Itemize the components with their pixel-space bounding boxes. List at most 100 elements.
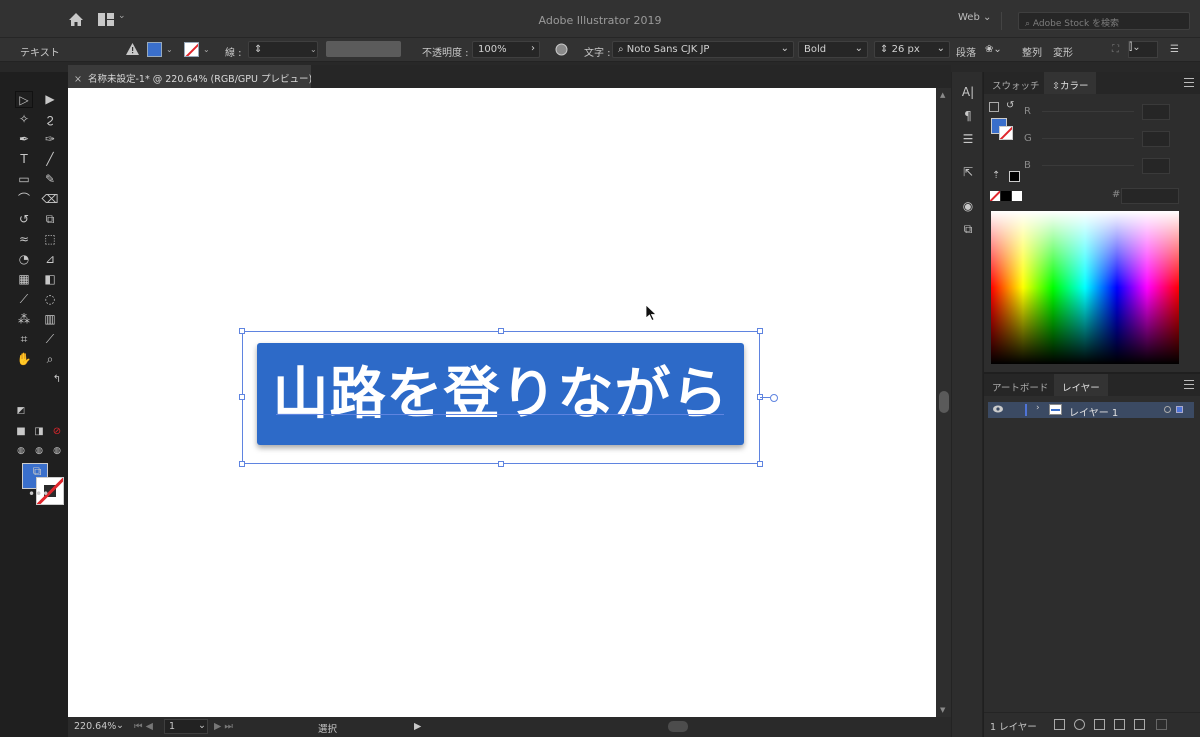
stroke-swatch[interactable] [184, 42, 199, 57]
draw-inside-icon[interactable]: ◍ [48, 443, 66, 460]
hand-tool[interactable]: ✋ [15, 351, 33, 368]
align-label[interactable]: 整列 [1022, 44, 1042, 59]
chevron-right-icon[interactable]: › [1036, 403, 1040, 413]
export-panel-icon[interactable]: ⇱ [960, 164, 976, 180]
line-tool[interactable]: ╱ [41, 151, 59, 168]
transform-label[interactable]: 変形 [1053, 44, 1073, 59]
stroke-weight-field[interactable]: ⇕ [248, 41, 318, 58]
recolor-globe-icon[interactable] [555, 43, 568, 56]
direct-selection-tool[interactable]: ▶ [41, 91, 59, 108]
rectangle-tool[interactable]: ▭ [15, 171, 33, 188]
column-graph-tool[interactable]: ▥ [41, 311, 59, 328]
eraser-tool[interactable]: ⌫ [41, 191, 59, 208]
vertical-scroll-thumb[interactable] [939, 391, 949, 413]
chevron-down-icon[interactable]: ⌄ [310, 45, 317, 54]
gradient-tool[interactable]: ◧ [41, 271, 59, 288]
export-layer-icon[interactable] [1054, 719, 1065, 730]
mesh-tool[interactable]: ▦ [15, 271, 33, 288]
width-tool[interactable]: ≈ [15, 231, 33, 248]
handle-top-center[interactable] [498, 328, 504, 334]
slider-track[interactable] [1042, 165, 1134, 166]
locate-object-icon[interactable] [1074, 719, 1085, 730]
screen-mode-icon[interactable]: ⧉ [28, 463, 46, 480]
rotate-tool[interactable]: ↺ [15, 211, 33, 228]
tab-layers[interactable]: レイヤー [1054, 374, 1108, 396]
blend-tool[interactable]: ◌ [41, 291, 59, 308]
artboard-tool[interactable]: ⌗ [15, 331, 33, 348]
arrange-documents-icon[interactable]: ⫿⌄ [1128, 41, 1158, 58]
opentype-icon[interactable]: ❀⌄ [985, 44, 1002, 55]
more-tools-icon[interactable]: ••• [28, 486, 49, 503]
stroke-color-swatch[interactable] [999, 126, 1013, 140]
slider-b[interactable]: B [1024, 158, 1194, 174]
chevron-down-icon[interactable]: ⌄ [166, 45, 173, 54]
slice-tool[interactable]: ⟋ [41, 331, 59, 348]
opacity-field[interactable]: 100% › [472, 41, 540, 58]
opentype-panel-icon[interactable]: ☰ [960, 131, 976, 147]
panel-menu-icon[interactable]: ☰ [1170, 44, 1179, 55]
draw-behind-icon[interactable]: ◍ [30, 443, 48, 460]
paintbrush-tool[interactable]: ✎ [41, 171, 59, 188]
selection-indicator[interactable] [1176, 406, 1183, 413]
selection-bounding-box[interactable] [242, 331, 760, 464]
curvature-tool[interactable]: ✑ [41, 131, 59, 148]
slider-track[interactable] [1042, 138, 1134, 139]
handle-bottom-right[interactable] [757, 461, 763, 467]
horizontal-scrollbar[interactable] [428, 721, 936, 733]
workspace-select[interactable]: Web ⌄ [958, 12, 1003, 30]
none-swatch[interactable] [990, 191, 1000, 201]
handle-bottom-center[interactable] [498, 461, 504, 467]
swap-colors-icon[interactable]: ↰ [48, 371, 66, 388]
isolate-icon[interactable]: ⛶ [1112, 44, 1119, 55]
new-sublayer-icon[interactable] [1114, 719, 1125, 730]
default-fill-stroke-icon[interactable] [989, 102, 999, 112]
white-swatch[interactable] [1012, 191, 1022, 201]
shape-builder-tool[interactable]: ◔ [15, 251, 33, 268]
default-colors-icon[interactable]: ◩ [12, 403, 30, 420]
free-transform-tool[interactable]: ⬚ [41, 231, 59, 248]
value-field[interactable] [1142, 158, 1170, 174]
gradient-mode-icon[interactable]: ◨ [30, 423, 48, 440]
appearance-panel-icon[interactable]: ◉ [960, 198, 976, 214]
chevron-down-icon[interactable]: ⌄ [198, 720, 206, 731]
color-mode-icon[interactable]: ■ [12, 423, 30, 440]
panel-menu-icon[interactable] [1184, 78, 1194, 87]
new-layer-icon[interactable] [1134, 719, 1145, 730]
scroll-up-icon[interactable]: ▲ [940, 91, 945, 99]
out-of-gamut-icon[interactable]: ⇡ [992, 170, 1000, 181]
magic-wand-tool[interactable]: ✧ [15, 111, 33, 128]
symbol-sprayer-tool[interactable]: ⁂ [15, 311, 33, 328]
document-tab[interactable]: × 名称未設定-1* @ 220.64% (RGB/GPU プレビュー) [68, 65, 311, 88]
shaper-tool[interactable]: ⌒ [15, 191, 33, 208]
eyedropper-tool[interactable]: ⟋ [15, 291, 33, 308]
value-field[interactable] [1142, 131, 1170, 147]
tab-color[interactable]: ⇳カラー [1044, 72, 1097, 94]
pathfinder-panel-icon[interactable]: ⧉ [960, 221, 976, 237]
horizontal-scroll-thumb[interactable] [668, 721, 688, 732]
zoom-tool[interactable]: ⌕ [41, 351, 59, 368]
target-icon[interactable] [1164, 406, 1171, 413]
swap-colors-icon[interactable]: ↺ [1006, 100, 1014, 111]
none-mode-icon[interactable]: ⊘ [48, 423, 66, 440]
close-icon[interactable]: × [74, 74, 82, 85]
draw-normal-icon[interactable]: ◍ [12, 443, 30, 460]
character-panel-icon[interactable]: A| [960, 84, 976, 100]
color-spectrum[interactable] [991, 211, 1179, 364]
slider-g[interactable]: G [1024, 131, 1194, 147]
panel-menu-icon[interactable] [1184, 380, 1194, 389]
stroke-style-bar[interactable] [326, 41, 401, 57]
layer-name[interactable]: レイヤー 1 [1069, 404, 1118, 419]
character-label[interactable]: 文字 : [584, 44, 611, 59]
tab-swatches[interactable]: スウォッチ [984, 72, 1048, 94]
vertical-scrollbar[interactable]: ▲ ▼ [936, 88, 951, 717]
font-family-select[interactable]: ⌕ Noto Sans CJK JP ⌄ [612, 41, 794, 58]
paragraph-label[interactable]: 段落 [956, 44, 976, 59]
type-tool[interactable]: T [15, 151, 33, 168]
trash-icon[interactable] [1156, 719, 1167, 730]
lasso-tool[interactable]: ϩ [41, 111, 59, 128]
chevron-down-icon[interactable]: ⌄ [116, 720, 124, 731]
perspective-grid-tool[interactable]: ⊿ [41, 251, 59, 268]
clipping-mask-icon[interactable] [1094, 719, 1105, 730]
chevron-down-icon[interactable]: ⌄ [203, 45, 210, 54]
fill-swatch[interactable] [147, 42, 162, 57]
